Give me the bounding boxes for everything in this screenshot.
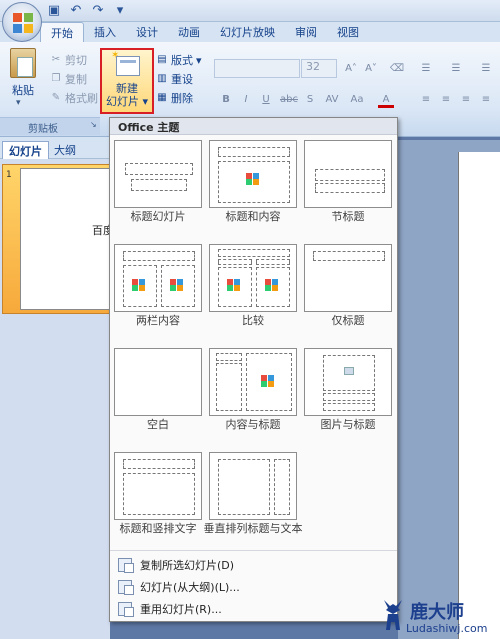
delete-button[interactable]: ▦ 删除 — [156, 90, 193, 106]
layout-label: 标题和竖排文字 — [119, 522, 197, 535]
tab-outline[interactable]: 大纲 — [48, 141, 82, 159]
cut-button[interactable]: ✂ 剪切 — [50, 52, 87, 68]
layout-label: 标题幻灯片 — [130, 210, 186, 223]
delete-icon: ▦ — [157, 92, 167, 103]
char-spacing-button[interactable]: AV — [322, 92, 342, 108]
slide-thumbnail[interactable] — [20, 168, 112, 310]
new-slide-layout-gallery: Office 主题 标题幻灯片 标题和内容 节标题 两栏内容 比较 仅标题 空白… — [109, 117, 398, 622]
tab-home[interactable]: 开始 — [40, 22, 84, 42]
customize-qat-icon[interactable]: ▾ — [112, 3, 128, 19]
undo-icon[interactable]: ↶ — [68, 3, 84, 19]
duplicate-slides-item[interactable]: 复制所选幻灯片(D) — [114, 555, 394, 575]
paste-dropdown-icon[interactable]: ▾ — [16, 98, 21, 108]
layout-label: 内容与标题 — [225, 418, 281, 431]
reuse-slides-label: 重用幻灯片(R)... — [140, 603, 222, 616]
paste-icon[interactable] — [10, 48, 36, 78]
office-logo-icon — [13, 13, 33, 33]
font-size-input[interactable]: 32 — [301, 59, 337, 78]
slides-from-outline-label: 幻灯片(从大纲)(L)... — [140, 581, 240, 594]
layout-label: 节标题 — [331, 210, 365, 223]
outline-slide-icon — [118, 580, 134, 595]
layout-label: 图片与标题 — [320, 418, 376, 431]
layout-label: 两栏内容 — [136, 314, 180, 327]
align-left-icon[interactable]: ≡ — [418, 92, 434, 108]
tab-review[interactable]: 审阅 — [285, 22, 327, 42]
strikethrough-button[interactable]: abc — [278, 92, 300, 108]
grow-font-icon[interactable]: A˄ — [343, 61, 359, 77]
save-icon[interactable]: ▣ — [46, 3, 62, 19]
copy-label: 复制 — [65, 73, 87, 86]
deer-logo-icon — [384, 600, 402, 630]
redo-icon[interactable]: ↷ — [90, 3, 106, 19]
new-slide-label: 新建 — [116, 82, 138, 95]
clear-format-icon[interactable]: ⌫ — [389, 61, 405, 77]
quick-access-toolbar: ▣ ↶ ↷ ▾ — [46, 3, 128, 19]
slide-canvas[interactable] — [458, 152, 500, 639]
pane-tabs: 幻灯片 大纲 — [0, 137, 110, 159]
brush-icon: ✎ — [51, 92, 61, 103]
watermark-brand: 鹿大师 — [410, 602, 464, 623]
tab-slideshow[interactable]: 幻灯片放映 — [210, 22, 285, 42]
cut-label: 剪切 — [65, 54, 87, 67]
ribbon-tabs: 开始 插入 设计 动画 幻灯片放映 审阅 视图 — [40, 22, 369, 42]
reset-icon: ▥ — [157, 73, 167, 84]
menu-separator — [110, 550, 397, 551]
duplicate-slide-icon — [118, 558, 134, 573]
layout-label: 版式 — [171, 54, 193, 67]
underline-button[interactable]: U — [258, 92, 274, 108]
font-name-input[interactable] — [214, 59, 300, 78]
format-painter-label: 格式刷 — [65, 92, 98, 105]
new-slide-icon — [116, 56, 140, 76]
layout-dropdown-icon: ▾ — [196, 53, 202, 67]
shrink-font-icon[interactable]: A˅ — [363, 61, 379, 77]
layout-label: 比较 — [242, 314, 264, 327]
layout-label: 标题和内容 — [225, 210, 281, 223]
tab-slides[interactable]: 幻灯片 — [2, 141, 49, 159]
font-color-button[interactable]: A — [378, 92, 394, 108]
layout-label: 垂直排列标题与文本 — [203, 522, 303, 535]
reuse-slide-icon — [118, 602, 134, 617]
align-center-icon[interactable]: ≡ — [438, 92, 454, 108]
delete-label: 删除 — [171, 92, 193, 105]
tab-view[interactable]: 视图 — [327, 22, 369, 42]
new-slide-label-line2: 幻灯片 ▾ — [105, 95, 149, 108]
reset-label: 重设 — [171, 73, 193, 86]
paste-button-label[interactable]: 粘贴 — [12, 82, 34, 98]
watermark-url: Ludashiwj.com — [406, 622, 488, 635]
align-right-icon[interactable]: ≡ — [458, 92, 474, 108]
tab-animations[interactable]: 动画 — [168, 22, 210, 42]
copy-icon: ❐ — [51, 73, 61, 84]
format-painter-button[interactable]: ✎ 格式刷 — [50, 90, 98, 106]
slide-number: 1 — [6, 170, 12, 180]
office-button[interactable] — [2, 2, 42, 42]
clipboard-dialog-launcher-icon[interactable]: ↘ — [90, 120, 97, 129]
indent-icon[interactable]: ☰ — [478, 61, 494, 77]
change-case-button[interactable]: Aa — [347, 92, 367, 108]
sparkle-icon: ✶ — [111, 50, 120, 61]
shadow-button[interactable]: S — [302, 92, 318, 108]
justify-icon[interactable]: ≡ — [478, 92, 494, 108]
clipboard-group-label: 剪贴板 — [28, 124, 58, 135]
bold-button[interactable]: B — [218, 92, 234, 108]
reuse-slides-item[interactable]: 重用幻灯片(R)... — [114, 599, 394, 619]
layout-label: 空白 — [147, 418, 169, 431]
watermark: 鹿大师 Ludashiwj.com — [376, 596, 500, 639]
layout-icon: ▤ — [157, 54, 167, 65]
tab-insert[interactable]: 插入 — [84, 22, 126, 42]
scissors-icon: ✂ — [51, 54, 61, 65]
bullets-icon[interactable]: ☰ — [418, 61, 434, 77]
slides-from-outline-item[interactable]: 幻灯片(从大纲)(L)... — [114, 577, 394, 597]
reset-button[interactable]: ▥ 重设 — [156, 71, 193, 87]
layout-label: 仅标题 — [331, 314, 365, 327]
tab-design[interactable]: 设计 — [126, 22, 168, 42]
duplicate-slides-label: 复制所选幻灯片(D) — [140, 559, 235, 572]
numbering-icon[interactable]: ☰ — [448, 61, 464, 77]
copy-button[interactable]: ❐ 复制 — [50, 71, 87, 87]
italic-button[interactable]: I — [238, 92, 254, 108]
layout-button[interactable]: ▤ 版式 ▾ — [156, 52, 202, 68]
new-slide-button[interactable]: ✶ 新建 幻灯片 ▾ — [100, 48, 154, 114]
gallery-header: Office 主题 — [110, 118, 397, 135]
